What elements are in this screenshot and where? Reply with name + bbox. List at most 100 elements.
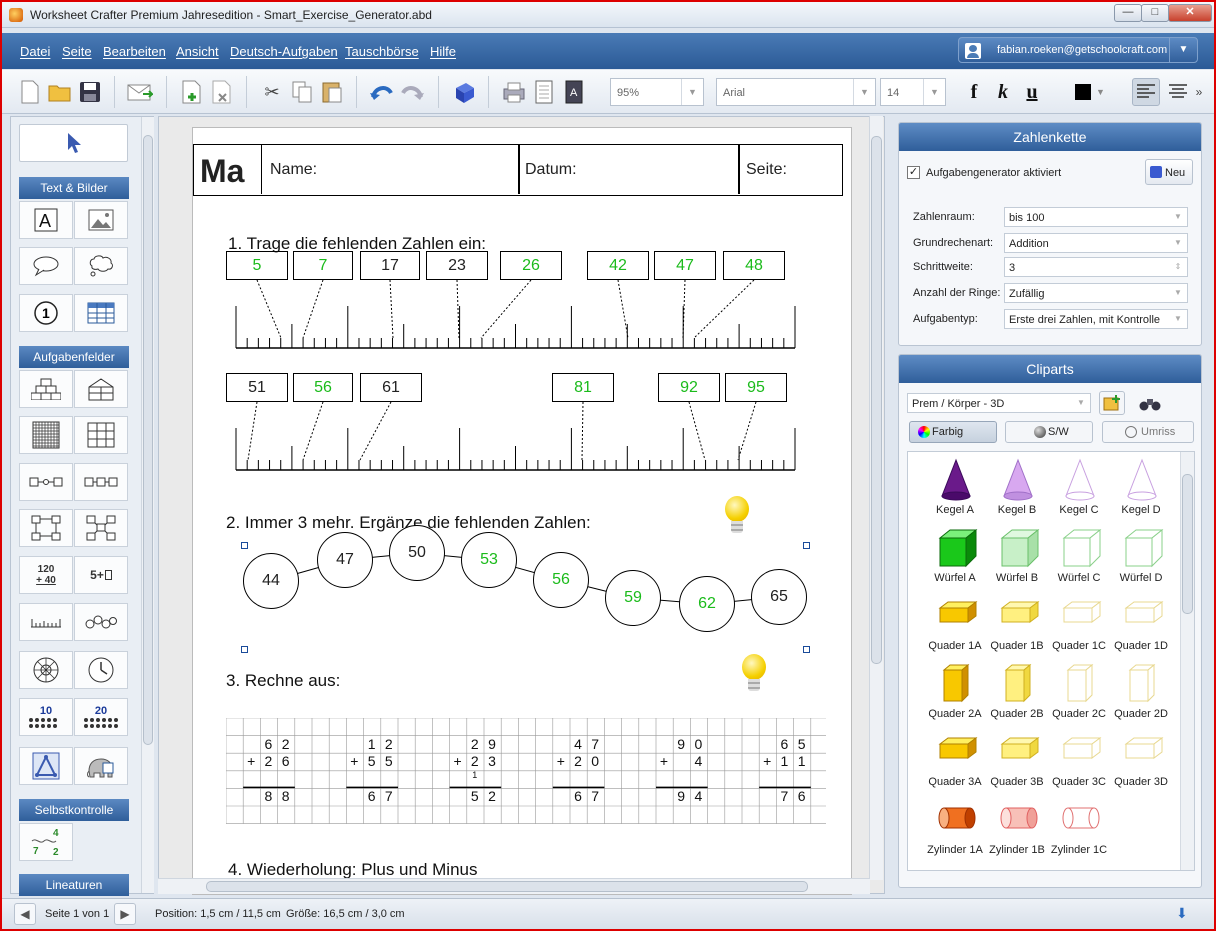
menu-bearbeiten[interactable]: Bearbeiten — [103, 44, 166, 59]
generator-checkbox[interactable]: ✓ — [907, 166, 920, 179]
image-tool[interactable] — [74, 201, 128, 239]
add-page-icon[interactable] — [178, 78, 206, 106]
maximize-button[interactable]: □ — [1141, 4, 1169, 22]
operator-chain-tool[interactable] — [19, 463, 73, 501]
field-select[interactable]: 3 ⇕ — [1004, 257, 1188, 277]
selection-handle[interactable] — [803, 542, 810, 549]
align-left-icon[interactable] — [1132, 78, 1160, 106]
number-box[interactable]: 26 — [500, 251, 562, 280]
number-map-tool[interactable] — [19, 509, 73, 547]
grid-tool[interactable] — [74, 416, 128, 454]
overflow-icon[interactable]: » — [1192, 78, 1206, 106]
self-check-tool[interactable]: 4 7 2 — [19, 823, 73, 861]
chain-ring[interactable]: 59 — [605, 570, 661, 626]
section-text-bilder[interactable]: Text & Bilder — [19, 177, 129, 199]
solution-view-icon[interactable]: A — [560, 78, 588, 106]
binoculars-icon[interactable] — [1139, 395, 1161, 416]
menu-hilfe[interactable]: Hilfe — [430, 44, 456, 59]
scroll-thumb[interactable] — [143, 135, 153, 745]
ruler-tool[interactable] — [19, 603, 73, 641]
clipart-item[interactable]: Quader 3A — [922, 726, 988, 792]
scroll-thumb[interactable] — [871, 136, 882, 664]
canvas-vertical-scrollbar[interactable] — [869, 116, 883, 880]
number-box[interactable]: 42 — [587, 251, 649, 280]
spinner-icon[interactable]: ⇕ — [1169, 258, 1187, 276]
clipart-item[interactable]: Quader 1C — [1046, 590, 1112, 656]
chevron-down-icon[interactable]: ▼ — [1169, 208, 1187, 226]
clipart-item[interactable]: Zylinder 1C — [1046, 794, 1112, 860]
chevron-down-icon[interactable]: ▼ — [1169, 284, 1187, 302]
hundred-grid-tool[interactable] — [19, 416, 73, 454]
number-wheel-tool[interactable] — [19, 651, 73, 689]
chain-ring[interactable]: 47 — [317, 532, 373, 588]
number-box[interactable]: 81 — [552, 373, 614, 402]
reverse-chain-tool[interactable] — [74, 463, 128, 501]
page-view-icon[interactable] — [530, 78, 558, 106]
print-icon[interactable] — [500, 78, 528, 106]
menu-tauschboerse[interactable]: Tauschbörse — [345, 44, 419, 59]
clipart-item[interactable]: Quader 2C — [1046, 658, 1112, 724]
number-box[interactable]: 92 — [658, 373, 720, 402]
section-lineaturen[interactable]: Lineaturen — [19, 874, 129, 896]
number-box[interactable]: 61 — [360, 373, 422, 402]
text-color-button[interactable]: ▼ — [1070, 78, 1110, 106]
underline-button[interactable]: u — [1018, 78, 1046, 106]
clipart-item[interactable]: Zylinder 1A — [922, 794, 988, 860]
close-button[interactable]: ✕ — [1168, 4, 1212, 22]
elephant-tool[interactable] — [74, 747, 128, 785]
open-folder-icon[interactable] — [46, 78, 74, 106]
clipart-item[interactable]: Quader 2A — [922, 658, 988, 724]
scroll-thumb[interactable] — [1182, 474, 1193, 614]
clipart-item[interactable]: Kegel C — [1046, 454, 1112, 520]
select-tool[interactable] — [19, 124, 128, 162]
clock-tool[interactable] — [74, 651, 128, 689]
font-size-select[interactable]: 14 ▼ — [880, 78, 946, 106]
align-center-icon[interactable] — [1164, 78, 1192, 106]
selection-handle[interactable] — [241, 646, 248, 653]
field-select[interactable]: bis 100 ▼ — [1004, 207, 1188, 227]
thought-bubble-tool[interactable] — [74, 247, 128, 285]
clipart-item[interactable]: Quader 3D — [1108, 726, 1174, 792]
clipart-item[interactable]: Kegel B — [984, 454, 1050, 520]
font-select[interactable]: Arial ▼ — [716, 78, 876, 106]
chevron-down-icon[interactable]: ▼ — [1169, 234, 1187, 252]
clipart-item[interactable]: Würfel D — [1108, 522, 1174, 588]
menu-seite[interactable]: Seite — [62, 44, 92, 59]
menu-datei[interactable]: Datei — [20, 44, 50, 59]
chevron-down-icon[interactable]: ▼ — [1169, 38, 1197, 62]
copy-icon[interactable] — [288, 78, 316, 106]
field-select[interactable]: Erste drei Zahlen, mit Kontrolle ▼ — [1004, 309, 1188, 329]
undo-icon[interactable] — [368, 78, 396, 106]
field-select[interactable]: Zufällig ▼ — [1004, 283, 1188, 303]
italic-button[interactable]: k — [989, 78, 1017, 106]
chain-ring[interactable]: 44 — [243, 553, 299, 609]
user-account-button[interactable]: fabian.roeken@getschoolcraft.com ▼ — [958, 37, 1198, 63]
clipart-item[interactable]: Würfel B — [984, 522, 1050, 588]
paste-icon[interactable] — [318, 78, 346, 106]
speech-bubble-tool[interactable] — [19, 247, 73, 285]
calculation-grid[interactable] — [226, 718, 826, 824]
clipart-item[interactable]: Quader 2B — [984, 658, 1050, 724]
tab-sw[interactable]: S/W — [1005, 421, 1093, 443]
tools-scrollbar[interactable] — [141, 117, 154, 893]
zoom-select[interactable]: 95% ▼ — [610, 78, 704, 106]
clipart-item[interactable]: Quader 2D — [1108, 658, 1174, 724]
menu-deutsch-aufgaben[interactable]: Deutsch-Aufgaben — [230, 44, 338, 59]
chain-ring[interactable]: 56 — [533, 552, 589, 608]
chain-ring[interactable]: 53 — [461, 532, 517, 588]
selection-handle[interactable] — [241, 542, 248, 549]
cut-icon[interactable]: ✂ — [258, 78, 286, 106]
add-clipart-icon[interactable] — [1099, 391, 1125, 415]
chain-ring[interactable]: 65 — [751, 569, 807, 625]
chain-ring[interactable]: 62 — [679, 576, 735, 632]
number-box[interactable]: 5 — [226, 251, 288, 280]
scroll-thumb[interactable] — [206, 881, 808, 892]
email-icon[interactable] — [126, 78, 154, 106]
new-document-icon[interactable] — [16, 78, 44, 106]
delete-page-icon[interactable] — [208, 78, 236, 106]
section-aufgabenfelder[interactable]: Aufgabenfelder — [19, 346, 129, 368]
textbox-tool[interactable]: A — [19, 201, 73, 239]
number-house-tool[interactable] — [74, 370, 128, 408]
clipart-item[interactable]: Quader 1D — [1108, 590, 1174, 656]
clipart-item[interactable]: Würfel C — [1046, 522, 1112, 588]
